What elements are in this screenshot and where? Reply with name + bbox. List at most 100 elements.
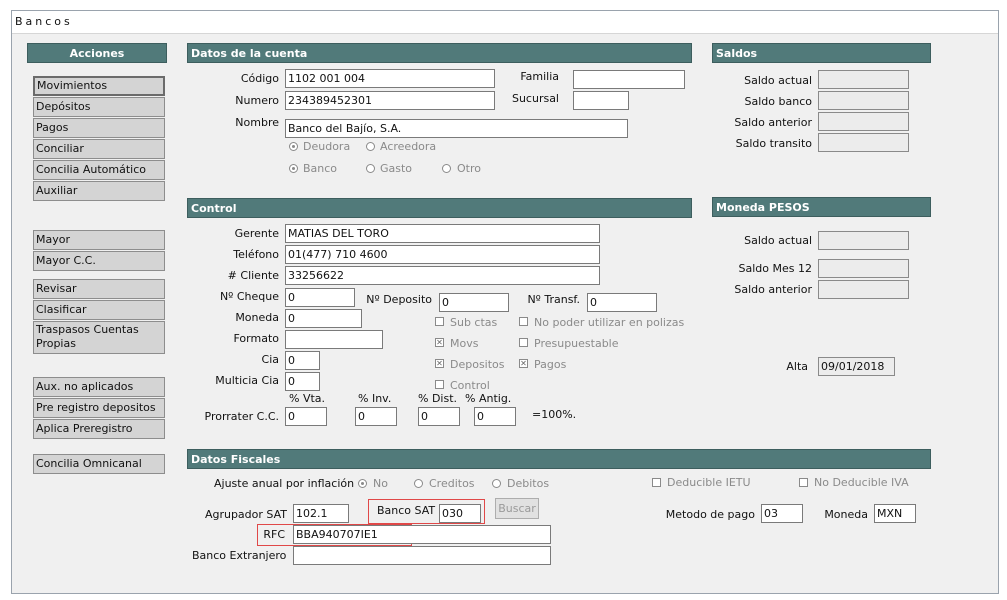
- multicia-label: Multicia Cia: [215, 374, 279, 387]
- sub-ctas-checkbox[interactable]: [435, 317, 444, 326]
- clasificar-button[interactable]: Clasificar: [33, 300, 165, 320]
- cheque-label: Nº Cheque: [219, 290, 279, 303]
- saldo-banco-field: [818, 91, 909, 110]
- acciones-header: Acciones: [27, 43, 167, 63]
- concilia-automatico-button[interactable]: Concilia Automático: [33, 160, 165, 180]
- formato-field[interactable]: [285, 330, 383, 349]
- acreedora-radio[interactable]: [366, 142, 375, 151]
- sucursal-field[interactable]: [573, 91, 629, 110]
- deudora-radio[interactable]: [289, 142, 298, 151]
- gasto-radio[interactable]: [366, 164, 375, 173]
- conciliar-button[interactable]: Conciliar: [33, 139, 165, 159]
- sub-ctas-label: Sub ctas: [450, 316, 498, 329]
- pagos-label: Pagos: [534, 358, 567, 371]
- saldo-actual-field: [818, 70, 909, 89]
- multicia-field[interactable]: 0: [285, 372, 320, 391]
- sucursal-label: Sucursal: [511, 92, 559, 105]
- bancos-window: Bancos Acciones Movimientos Depósitos Pa…: [11, 10, 999, 594]
- vta-field[interactable]: 0: [285, 407, 327, 426]
- metodo-pago-field[interactable]: 03: [761, 504, 803, 523]
- eq100-label: =100%.: [532, 408, 577, 421]
- depositos-label: Depositos: [450, 358, 505, 371]
- control-checkbox[interactable]: [435, 380, 444, 389]
- ajuste-label: Ajuste anual por inflación: [214, 477, 355, 490]
- banco-extranjero-field[interactable]: [293, 546, 551, 565]
- saldo-actual-label: Saldo actual: [744, 74, 812, 87]
- antig-field[interactable]: 0: [474, 407, 516, 426]
- window-titlebar: Bancos: [12, 11, 998, 34]
- gerente-field[interactable]: MATIAS DEL TORO: [285, 224, 600, 243]
- concilia-omnicanal-button[interactable]: Concilia Omnicanal: [33, 454, 165, 474]
- banco-sat-label: Banco SAT: [377, 504, 436, 517]
- banco-radio[interactable]: [289, 164, 298, 173]
- agrupador-label: Agrupador SAT: [204, 508, 287, 521]
- ajuste-creditos-label: Creditos: [429, 477, 475, 490]
- transf-field[interactable]: 0: [587, 293, 657, 312]
- ajuste-no-radio[interactable]: [358, 479, 367, 488]
- auxiliar-button[interactable]: Auxiliar: [33, 181, 165, 201]
- numero-field[interactable]: 234389452301: [285, 91, 495, 110]
- moneda-saldo-actual-field: [818, 231, 909, 250]
- datos-cuenta-header: Datos de la cuenta: [187, 43, 692, 63]
- metodo-pago-label: Metodo de pago: [665, 508, 755, 521]
- presupuestable-checkbox[interactable]: [519, 338, 528, 347]
- mayor-button[interactable]: Mayor: [33, 230, 165, 250]
- cliente-field[interactable]: 33256622: [285, 266, 600, 285]
- familia-field[interactable]: [573, 70, 685, 89]
- control-label: Control: [450, 379, 490, 392]
- transf-label: Nº Transf.: [527, 293, 580, 306]
- buscar-button[interactable]: Buscar: [495, 498, 539, 519]
- vta-label: % Vta.: [289, 392, 326, 405]
- banco-sat-field[interactable]: 030: [439, 504, 481, 523]
- movs-checkbox[interactable]: ✕: [435, 338, 444, 347]
- agrupador-field[interactable]: 102.1: [293, 504, 349, 523]
- prorrater-label: Prorrater C.C.: [204, 410, 280, 423]
- pagos-button[interactable]: Pagos: [33, 118, 165, 138]
- ajuste-creditos-radio[interactable]: [414, 479, 423, 488]
- otro-label: Otro: [457, 162, 481, 175]
- aplica-preregistro-button[interactable]: Aplica Preregistro: [33, 419, 165, 439]
- no-iva-checkbox[interactable]: [799, 478, 808, 487]
- inv-field[interactable]: 0: [355, 407, 397, 426]
- saldo-transito-field: [818, 133, 909, 152]
- formato-label: Formato: [233, 332, 280, 345]
- pagos-checkbox[interactable]: ✕: [519, 359, 528, 368]
- mayor-cc-button[interactable]: Mayor C.C.: [33, 251, 165, 271]
- saldos-header: Saldos: [712, 43, 931, 63]
- ietu-checkbox[interactable]: [652, 478, 661, 487]
- gasto-label: Gasto: [380, 162, 413, 175]
- codigo-field[interactable]: 1102 001 004: [285, 69, 495, 88]
- ajuste-debitos-radio[interactable]: [492, 479, 501, 488]
- telefono-field[interactable]: 01(477) 710 4600: [285, 245, 600, 264]
- numero-label: Numero: [235, 94, 279, 107]
- nombre-field[interactable]: Banco del Bajío, S.A.: [285, 119, 628, 138]
- depositos-button[interactable]: Depósitos: [33, 97, 165, 117]
- no-iva-label: No Deducible IVA: [814, 476, 909, 489]
- moneda-fiscal-field[interactable]: MXN: [874, 504, 916, 523]
- movimientos-button[interactable]: Movimientos: [33, 76, 165, 96]
- cia-label: Cia: [261, 353, 279, 366]
- rfc-field[interactable]: BBA940707IE1: [293, 525, 551, 544]
- alta-field: 09/01/2018: [818, 357, 895, 376]
- aux-no-aplicados-button[interactable]: Aux. no aplicados: [33, 377, 165, 397]
- saldo-mes-label: Saldo Mes 12: [738, 262, 812, 275]
- nombre-label: Nombre: [235, 116, 279, 129]
- saldo-anterior-label: Saldo anterior: [734, 116, 812, 129]
- moneda-saldo-anterior-label: Saldo anterior: [734, 283, 812, 296]
- traspasos-button[interactable]: Traspasos Cuentas Propias: [33, 321, 165, 354]
- cheque-field[interactable]: 0: [285, 288, 355, 307]
- movs-label: Movs: [450, 337, 479, 350]
- depositos-checkbox[interactable]: ✕: [435, 359, 444, 368]
- deposito-field[interactable]: 0: [439, 293, 509, 312]
- cia-field[interactable]: 0: [285, 351, 320, 370]
- moneda-control-label: Moneda: [235, 311, 279, 324]
- codigo-label: Código: [240, 72, 279, 85]
- datos-fiscales-header: Datos Fiscales: [187, 449, 931, 469]
- moneda-control-field[interactable]: 0: [285, 309, 362, 328]
- revisar-button[interactable]: Revisar: [33, 279, 165, 299]
- dist-field[interactable]: 0: [418, 407, 460, 426]
- pre-registro-depositos-button[interactable]: Pre registro depositos: [33, 398, 165, 418]
- otro-radio[interactable]: [442, 164, 451, 173]
- no-poder-checkbox[interactable]: [519, 317, 528, 326]
- no-poder-label: No poder utilizar en polizas: [534, 316, 685, 329]
